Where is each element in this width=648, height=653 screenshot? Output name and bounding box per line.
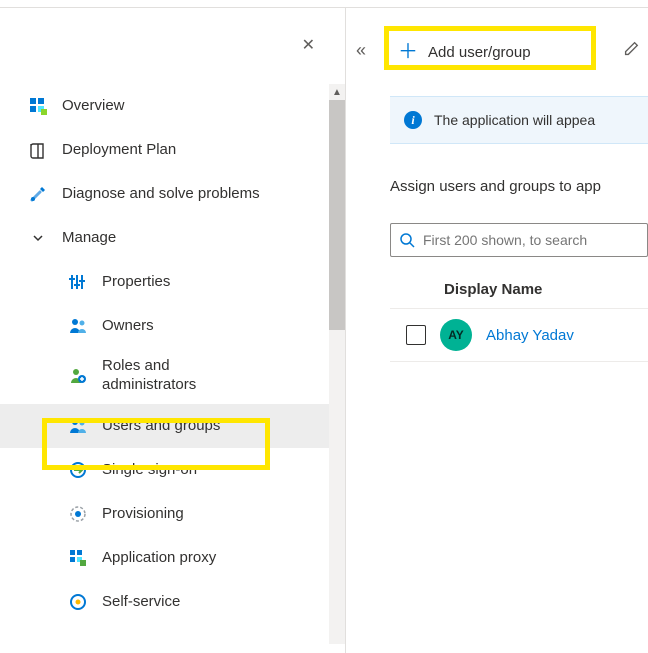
nav-users-groups[interactable]: Users and groups <box>0 404 345 448</box>
assignments-table: Display Name AY Abhay Yadav <box>390 271 648 362</box>
provisioning-icon <box>68 504 88 524</box>
nav-app-proxy[interactable]: Application proxy <box>0 536 345 580</box>
nav-label: Self-service <box>102 593 180 612</box>
self-service-icon <box>68 592 88 612</box>
nav-label: Owners <box>102 317 154 336</box>
banner-text: The application will appea <box>434 112 595 128</box>
tools-icon <box>28 184 48 204</box>
scroll-up-arrow[interactable]: ▲ <box>329 84 345 100</box>
nav-label: Users and groups <box>102 417 220 436</box>
sidebar: ✕ Overview Deployment Plan Diagnose and … <box>0 8 345 653</box>
owners-icon <box>68 316 88 336</box>
search-input[interactable] <box>423 232 639 248</box>
nav-properties[interactable]: Properties <box>0 260 345 304</box>
nav-owners[interactable]: Owners <box>0 304 345 348</box>
add-user-group-button[interactable]: ＋ Add user/group <box>390 36 539 68</box>
collapse-sidebar-icon[interactable]: « <box>356 40 366 61</box>
properties-icon <box>68 272 88 292</box>
info-banner: i The application will appea <box>390 96 648 144</box>
nav-label: Diagnose and solve problems <box>62 185 260 204</box>
nav-label: Application proxy <box>102 549 216 568</box>
col-display-name[interactable]: Display Name <box>390 271 648 309</box>
nav-self-service[interactable]: Self-service <box>0 580 345 624</box>
overview-icon <box>28 96 48 116</box>
nav-manage-expander[interactable]: Manage <box>0 216 345 260</box>
edit-icon[interactable] <box>622 40 640 61</box>
nav-diagnose[interactable]: Diagnose and solve problems <box>0 172 345 216</box>
scroll-thumb[interactable] <box>329 100 345 330</box>
close-icon[interactable]: ✕ <box>302 38 315 54</box>
search-box[interactable] <box>390 223 648 257</box>
nav-deployment-plan[interactable]: Deployment Plan <box>0 128 345 172</box>
row-checkbox[interactable] <box>406 325 426 345</box>
nav-label: Single sign-on <box>102 461 197 480</box>
book-icon <box>28 140 48 160</box>
nav-sso[interactable]: Single sign-on <box>0 448 345 492</box>
nav-provisioning[interactable]: Provisioning <box>0 492 345 536</box>
cmd-label: Add user/group <box>428 44 531 61</box>
nav-overview[interactable]: Overview <box>0 84 345 128</box>
nav-list: Overview Deployment Plan Diagnose and so… <box>0 84 345 260</box>
nav-label: Manage <box>62 229 116 248</box>
sso-icon <box>68 460 88 480</box>
nav-label: Roles and administrators <box>102 357 252 395</box>
plus-icon: ＋ <box>398 42 418 62</box>
users-groups-icon <box>68 416 88 436</box>
info-icon: i <box>404 111 422 129</box>
proxy-icon <box>68 548 88 568</box>
command-bar: ＋ Add user/group <box>346 32 648 72</box>
nav-manage-sub: Properties Owners Roles and administrato… <box>0 260 345 624</box>
chevron-down-icon <box>28 228 48 248</box>
main-content: « ＋ Add user/group i The application wil… <box>345 8 648 653</box>
nav-label: Overview <box>62 97 125 116</box>
avatar: AY <box>440 319 472 351</box>
table-row[interactable]: AY Abhay Yadav <box>390 309 648 362</box>
roles-icon <box>68 366 88 386</box>
nav-label: Provisioning <box>102 505 184 524</box>
scrollbar[interactable]: ▲ <box>329 84 345 644</box>
search-icon <box>399 232 415 248</box>
row-display-name[interactable]: Abhay Yadav <box>486 327 574 344</box>
nav-label: Properties <box>102 273 170 292</box>
description-text: Assign users and groups to app <box>390 178 648 195</box>
nav-roles[interactable]: Roles and administrators <box>0 348 345 404</box>
nav-label: Deployment Plan <box>62 141 176 160</box>
